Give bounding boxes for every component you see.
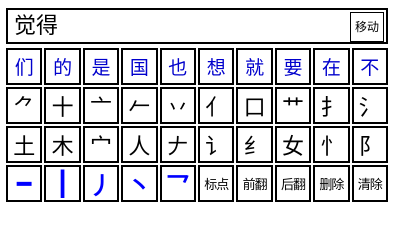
component-key[interactable]: 𠂇 [159, 126, 196, 163]
candidate-key[interactable]: 也 [159, 48, 196, 85]
previous-page-button[interactable]: 前翻 [236, 165, 273, 202]
candidate-key[interactable]: 要 [274, 48, 312, 85]
stroke-turning-key[interactable]: 乛 [159, 165, 196, 202]
composition-bar: 觉得 移动 [6, 8, 388, 44]
move-button[interactable]: 移动 [350, 12, 384, 42]
component-key[interactable]: 纟 [236, 126, 273, 163]
component-key[interactable]: 木 [44, 126, 81, 163]
component-key[interactable]: 土 [6, 126, 43, 163]
stroke-horizontal-key[interactable]: ━ [6, 165, 43, 202]
component-key[interactable]: 阝 [351, 126, 388, 163]
composition-text: 觉得 [14, 14, 59, 39]
component-key[interactable]: 十 [44, 87, 81, 124]
candidate-key[interactable]: 是 [82, 48, 120, 85]
component-key[interactable]: 扌 [313, 87, 350, 124]
stroke-dot-key[interactable]: 丶 [121, 165, 158, 202]
component-key[interactable]: 忄 [313, 126, 350, 163]
candidate-key[interactable]: 的 [44, 48, 81, 85]
key-grid: 们 的 是 国 也 想 就 要 在 不 ⺈ 十 亠 𠂉 丷 亻 口 艹 扌 氵 … [6, 48, 388, 202]
stroke-vertical-key[interactable]: ┃ [44, 165, 81, 202]
component-key[interactable]: 𠂉 [121, 87, 158, 124]
candidate-key[interactable]: 不 [351, 48, 388, 85]
candidate-key[interactable]: 国 [121, 48, 158, 85]
component-key[interactable]: 口 [236, 87, 273, 124]
component-key[interactable]: ⺈ [6, 87, 43, 124]
candidate-key[interactable]: 们 [6, 48, 43, 85]
stroke-left-falling-key[interactable]: 丿 [82, 165, 120, 202]
component-key[interactable]: 氵 [351, 87, 388, 124]
component-key[interactable]: 艹 [274, 87, 312, 124]
candidate-key[interactable]: 想 [198, 48, 235, 85]
next-page-button[interactable]: 后翻 [274, 165, 312, 202]
handwriting-ime-panel: 觉得 移动 们 的 是 国 也 想 就 要 在 不 ⺈ 十 亠 𠂉 丷 亻 口 … [0, 0, 395, 205]
clear-button[interactable]: 清除 [351, 165, 388, 202]
component-key[interactable]: 宀 [82, 126, 120, 163]
punctuation-button[interactable]: 标点 [198, 165, 235, 202]
component-key[interactable]: 讠 [198, 126, 235, 163]
component-key[interactable]: 人 [121, 126, 158, 163]
delete-button[interactable]: 删除 [313, 165, 350, 202]
component-key[interactable]: 亻 [198, 87, 235, 124]
component-key[interactable]: 女 [274, 126, 312, 163]
candidate-key[interactable]: 就 [236, 48, 273, 85]
component-key[interactable]: 丷 [159, 87, 196, 124]
candidate-key[interactable]: 在 [313, 48, 350, 85]
component-key[interactable]: 亠 [82, 87, 120, 124]
